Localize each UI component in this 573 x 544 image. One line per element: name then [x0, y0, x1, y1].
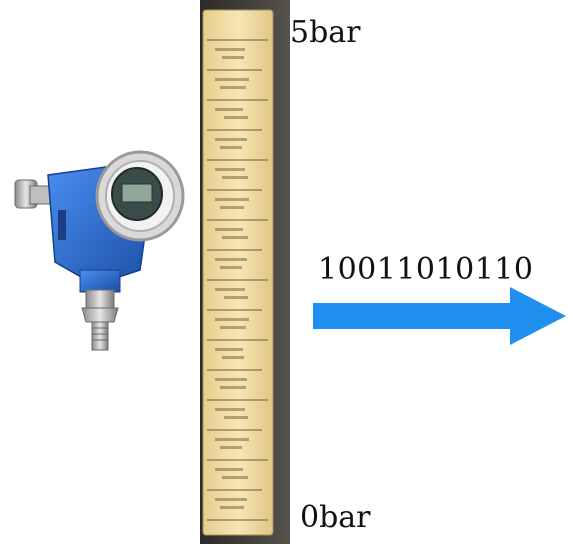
pressure-scale	[200, 0, 290, 544]
scale-bottom-label: 0bar	[300, 500, 371, 535]
scale-top-label: 5bar	[290, 15, 361, 50]
arrow-right-icon	[313, 287, 566, 345]
binary-output-label: 10011010110	[318, 252, 534, 287]
pressure-transmitter-icon	[14, 150, 185, 351]
